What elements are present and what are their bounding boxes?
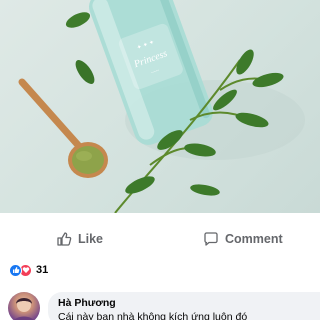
- like-label: Like: [78, 232, 104, 246]
- leaf: [65, 12, 91, 28]
- comment-author[interactable]: Hà Phương: [58, 297, 318, 309]
- comment-text: Cái này bạn nhà không kích ứng luôn đó: [58, 311, 248, 320]
- leaf: [75, 60, 95, 84]
- product-illustration: ✦ ✦ ✦ Princess ~~~: [18, 0, 305, 213]
- comment-bubble-icon: [204, 232, 218, 246]
- post-action-bar: Like Comment: [0, 222, 320, 256]
- like-icon: [9, 263, 22, 277]
- reaction-summary[interactable]: 31: [9, 262, 48, 278]
- like-button[interactable]: Like: [56, 222, 103, 256]
- reaction-count: 31: [36, 264, 49, 276]
- comment-button[interactable]: Comment: [203, 222, 283, 256]
- thumbs-up-icon: [57, 232, 72, 246]
- bottle: ✦ ✦ ✦ Princess ~~~: [88, 0, 213, 145]
- avatar[interactable]: [8, 292, 40, 320]
- comment-item: Hà Phương Cái này bạn nhà không kích ứng…: [8, 290, 320, 320]
- comment-label: Comment: [225, 232, 283, 246]
- comment-bubble[interactable]: Hà Phương Cái này bạn nhà không kích ứng…: [48, 292, 320, 320]
- post-photo[interactable]: ✦ ✦ ✦ Princess ~~~: [0, 0, 320, 213]
- wooden-spoon: [18, 78, 108, 178]
- person-avatar-icon: [14, 298, 34, 320]
